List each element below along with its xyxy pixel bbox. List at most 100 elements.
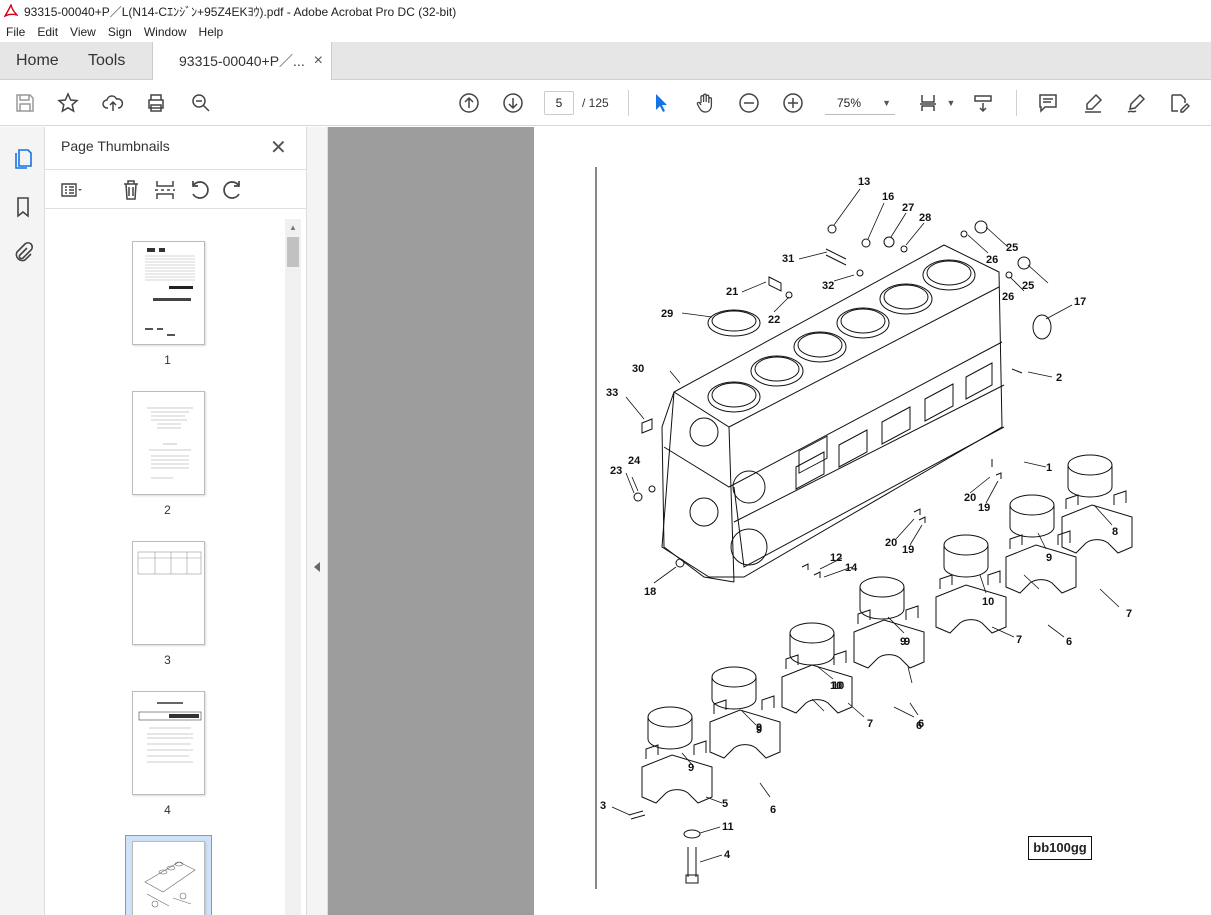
zoom-select[interactable]: 75% ▼ <box>825 91 895 115</box>
part-label: 7 <box>1016 634 1022 646</box>
part-label: 33 <box>606 387 618 399</box>
menu-sign[interactable]: Sign <box>102 25 138 39</box>
thumbnail-preview <box>147 407 193 479</box>
find-button[interactable] <box>188 90 214 116</box>
plus-circle-icon <box>783 93 803 113</box>
page-thumbnails-icon[interactable] <box>11 147 35 171</box>
close-tab-button[interactable]: × <box>314 42 323 80</box>
thumbnail-scrollbar[interactable] <box>285 219 301 915</box>
tab-tools[interactable]: Tools <box>88 42 125 80</box>
hand-tool-button[interactable] <box>692 90 718 116</box>
comment-icon <box>1039 94 1057 113</box>
page-fit-dropdown[interactable]: ▼ <box>938 90 964 116</box>
thumbnail-page-5[interactable] <box>132 841 205 915</box>
thumbnail-preview <box>137 551 202 575</box>
menu-window[interactable]: Window <box>138 25 193 39</box>
thumbnail-scrollbar-thumb[interactable] <box>287 237 299 267</box>
highlighter-pen-icon <box>1085 93 1103 113</box>
collapse-arrow-icon[interactable] <box>314 562 320 572</box>
edit-pdf-button[interactable] <box>1166 90 1192 116</box>
menu-edit[interactable]: Edit <box>31 25 64 39</box>
thumbnail-preview <box>144 861 196 908</box>
thumbnails-panel: Page Thumbnails ✕ 1 2 3 4 ▲ <box>45 127 307 915</box>
tab-document-label: 93315-00040+P／... <box>179 53 305 69</box>
menu-file[interactable]: File <box>0 25 31 39</box>
acrobat-icon <box>4 4 18 18</box>
thumbnail-preview <box>145 248 195 336</box>
close-panel-button[interactable]: ✕ <box>270 135 287 160</box>
panel-splitter[interactable] <box>307 127 328 915</box>
thumbnail-options-icon[interactable] <box>59 178 83 202</box>
comment-button[interactable] <box>1035 90 1061 116</box>
part-label: 9 <box>1046 552 1052 564</box>
part-label: 8 <box>1112 526 1118 538</box>
arrow-up-circle-icon <box>459 93 479 113</box>
part-label: 20 <box>885 537 897 549</box>
part-label: 25 <box>1006 242 1018 254</box>
thumbnail-page-2[interactable] <box>132 391 205 495</box>
highlight-button[interactable] <box>1080 90 1106 116</box>
bookmark-star-button[interactable] <box>55 90 81 116</box>
next-page-button[interactable] <box>500 90 526 116</box>
title-bar: 93315-00040+P／L(N14-Cｴﾝｼﾞﾝ+95Z4EKﾖｳ).pdf… <box>0 0 1211 22</box>
part-label: 16 <box>882 191 894 203</box>
thumbnail-list: 1 2 3 4 <box>45 219 285 915</box>
menu-view[interactable]: View <box>64 25 102 39</box>
scroll-mode-icon <box>974 95 992 113</box>
thumbnail-page-1[interactable] <box>132 241 205 345</box>
hand-icon <box>696 93 713 113</box>
drawing-code: bb100gg <box>1028 836 1092 860</box>
part-label: 26 <box>986 254 998 266</box>
printer-icon <box>148 94 164 112</box>
minus-circle-icon <box>739 93 759 113</box>
previous-page-button[interactable] <box>456 90 482 116</box>
part-label: 32 <box>822 280 834 292</box>
part-label: 6 <box>770 804 776 816</box>
trash-icon[interactable] <box>119 178 143 202</box>
share-upload-button[interactable] <box>100 90 126 116</box>
scroll-up-arrow-icon[interactable]: ▲ <box>289 223 297 232</box>
toolbar-separator <box>628 90 629 116</box>
part-label: 30 <box>632 363 644 375</box>
scroll-mode-button[interactable] <box>970 90 996 116</box>
save-button[interactable] <box>12 90 38 116</box>
chevron-down-icon: ▼ <box>946 98 956 108</box>
menu-help[interactable]: Help <box>193 25 230 39</box>
select-tool-button[interactable] <box>648 90 674 116</box>
part-label: 19 <box>978 502 990 514</box>
arrow-down-circle-icon <box>503 93 523 113</box>
pdf-page: 13 16 27 28 25 26 26 25 17 31 32 21 22 2… <box>534 127 1211 915</box>
extract-pages-icon[interactable] <box>153 178 177 202</box>
sign-button[interactable] <box>1123 90 1149 116</box>
tab-bar: Home Tools 93315-00040+P／... × <box>0 42 1211 81</box>
print-button[interactable] <box>143 90 169 116</box>
part-label: 9 <box>904 636 910 648</box>
toolbar-separator <box>1016 90 1017 116</box>
part-label: 25 <box>1022 280 1034 292</box>
thumbnail-preview <box>138 702 202 763</box>
thumbnail-page-4[interactable] <box>132 691 205 795</box>
thumbnail-page-3[interactable] <box>132 541 205 645</box>
tab-home[interactable]: Home <box>16 42 59 80</box>
bookmark-icon[interactable] <box>11 195 35 219</box>
rotate-counterclockwise-icon[interactable] <box>187 178 211 202</box>
menu-bar: File Edit View Sign Window Help <box>0 22 1211 42</box>
sign-pen-icon <box>1127 93 1146 113</box>
page-total: / 125 <box>582 96 609 110</box>
zoom-in-button[interactable] <box>780 90 806 116</box>
part-label: 9 <box>688 762 694 774</box>
part-label: 4 <box>724 849 731 861</box>
save-icon <box>16 94 34 112</box>
engine-block-exploded-diagram: 13 16 27 28 25 26 26 25 17 31 32 21 22 2… <box>595 167 1133 889</box>
panel-toolbar <box>45 169 307 209</box>
part-label: 21 <box>726 286 738 298</box>
zoom-out-button[interactable] <box>736 90 762 116</box>
paperclip-icon[interactable] <box>11 241 35 265</box>
rotate-clockwise-icon[interactable] <box>221 178 245 202</box>
tab-document[interactable]: 93315-00040+P／... × <box>152 42 332 81</box>
page-number-input[interactable]: 5 <box>544 91 574 115</box>
part-label: 14 <box>845 562 858 574</box>
upload-cloud-icon <box>102 95 124 111</box>
part-label: 6 <box>918 718 924 730</box>
edit-document-icon <box>1171 94 1190 113</box>
